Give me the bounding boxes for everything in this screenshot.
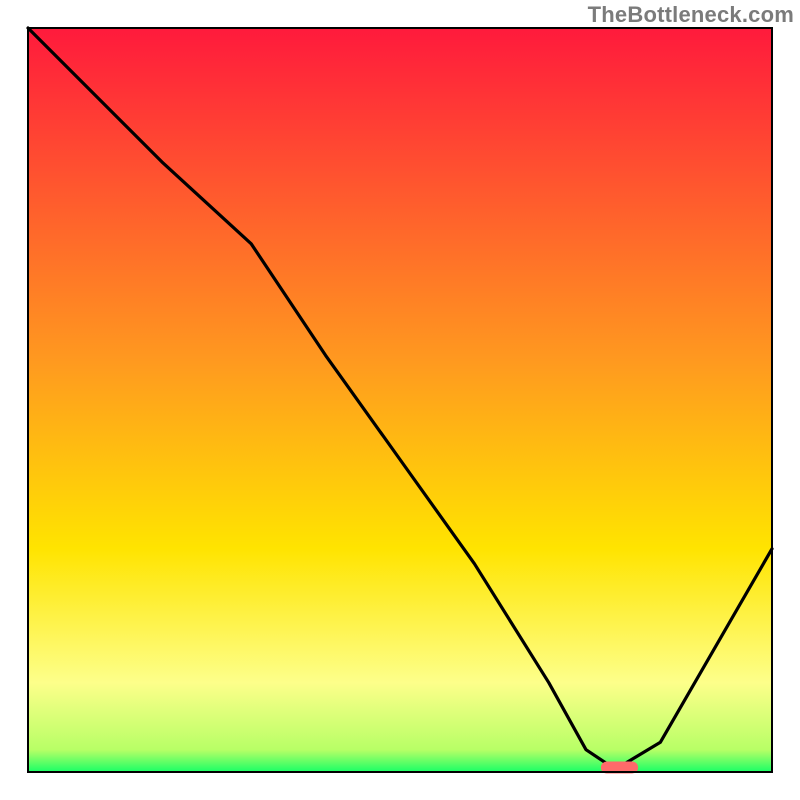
chart-frame [0, 0, 800, 800]
bottleneck-chart: TheBottleneck.com [0, 0, 800, 800]
watermark-label: TheBottleneck.com [588, 2, 794, 28]
